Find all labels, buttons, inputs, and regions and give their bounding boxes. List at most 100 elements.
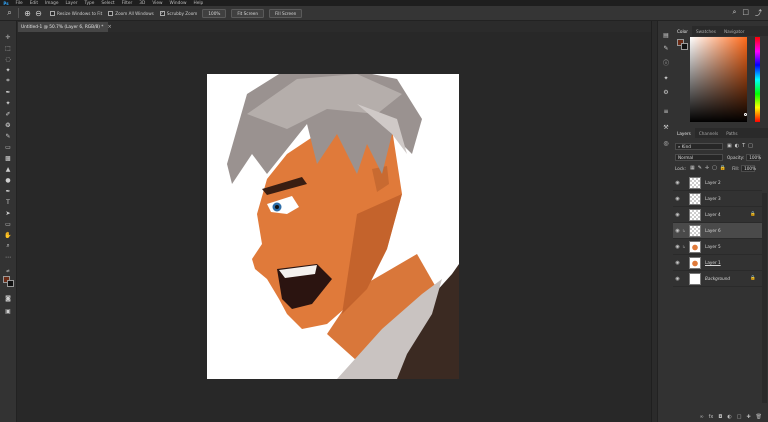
history-brush-tool-icon[interactable]: ✎ bbox=[3, 131, 13, 141]
eyedropper-tool-icon[interactable]: ✒ bbox=[3, 87, 13, 97]
menu-help[interactable]: Help bbox=[190, 1, 207, 6]
blur-tool-icon[interactable]: ▲ bbox=[3, 164, 13, 174]
pen-tool-icon[interactable]: ✒ bbox=[3, 186, 13, 196]
link-layers-icon[interactable]: ∞ bbox=[699, 414, 703, 422]
menu-type[interactable]: Type bbox=[81, 1, 98, 6]
eye-icon[interactable]: ◉ bbox=[673, 180, 682, 186]
layer-comps-icon[interactable]: ◎ bbox=[661, 138, 671, 148]
crop-tool-icon[interactable]: ⌗ bbox=[3, 76, 13, 86]
tab-layers[interactable]: Layers bbox=[673, 128, 695, 138]
eraser-tool-icon[interactable]: ▭ bbox=[3, 142, 13, 152]
dodge-tool-icon[interactable]: ● bbox=[3, 175, 13, 185]
lock-transparency-icon[interactable]: ▦ bbox=[690, 165, 695, 171]
close-icon[interactable]: × bbox=[107, 24, 111, 30]
brush-tool-icon[interactable]: ✐ bbox=[3, 109, 13, 119]
layer-row-selected[interactable]: ◉ ↳ Layer 6 bbox=[673, 223, 762, 239]
menu-file[interactable]: File bbox=[12, 1, 26, 6]
eye-icon[interactable]: ◉ bbox=[673, 244, 682, 250]
canvas-area[interactable] bbox=[17, 32, 651, 422]
layer-filter-dropdown[interactable]: ⌕ Kind bbox=[675, 142, 723, 150]
color-picker-cursor[interactable] bbox=[744, 113, 747, 116]
eye-icon[interactable]: ◉ bbox=[673, 228, 682, 234]
zoom-tool-icon[interactable]: ⌕ bbox=[4, 8, 15, 19]
layer-name[interactable]: Layer 3 bbox=[705, 196, 721, 201]
layer-row[interactable]: ◉ Background 🔒 bbox=[673, 271, 762, 287]
new-group-icon[interactable]: □ bbox=[737, 414, 742, 422]
hand-tool-icon[interactable]: ✋ bbox=[3, 230, 13, 240]
shape-tool-icon[interactable]: ▭ bbox=[3, 219, 13, 229]
menu-layer[interactable]: Layer bbox=[62, 1, 81, 6]
color-panel-background-swatch[interactable] bbox=[681, 43, 688, 50]
paragraph-icon[interactable]: ≡ bbox=[661, 106, 671, 116]
checkbox-box[interactable] bbox=[108, 10, 114, 16]
more-tools-icon[interactable]: ⋯ bbox=[3, 252, 13, 262]
lock-all-icon[interactable]: 🔒 bbox=[720, 165, 726, 171]
layer-row[interactable]: ◉ Layer 3 bbox=[673, 191, 762, 207]
menu-view[interactable]: View bbox=[149, 1, 166, 6]
marquee-tool-icon[interactable]: ⬚ bbox=[3, 43, 13, 53]
shape-filter-icon[interactable]: □ bbox=[748, 143, 753, 149]
opacity-input[interactable]: 100% bbox=[746, 153, 761, 161]
layer-row[interactable]: ◉ Layer 4 🔒 bbox=[673, 207, 762, 223]
tab-paths[interactable]: Paths bbox=[722, 128, 741, 138]
zoom-out-icon[interactable]: ⊖ bbox=[33, 8, 44, 19]
pixel-filter-icon[interactable]: ▣ bbox=[727, 143, 732, 149]
fit-screen-button[interactable]: Fit Screen bbox=[231, 8, 265, 18]
layer-row[interactable]: ◉ ↳ Layer 5 bbox=[673, 239, 762, 255]
lock-artboard-icon[interactable]: ▢ bbox=[712, 165, 717, 171]
eye-icon[interactable]: ◉ bbox=[673, 196, 682, 202]
layer-name[interactable]: Layer 1 bbox=[705, 260, 721, 265]
gradient-tool-icon[interactable]: ▩ bbox=[3, 153, 13, 163]
hue-slider[interactable] bbox=[755, 37, 760, 122]
move-tool-icon[interactable]: ✛ bbox=[3, 32, 13, 42]
adjustments-icon[interactable]: ✦ bbox=[661, 73, 671, 83]
lock-position-icon[interactable]: ✛ bbox=[705, 165, 709, 171]
adjustment-filter-icon[interactable]: ◐ bbox=[735, 143, 739, 149]
menu-image[interactable]: Image bbox=[42, 1, 62, 6]
delete-layer-icon[interactable]: 🗑 bbox=[756, 414, 762, 422]
blend-mode-dropdown[interactable]: Normal bbox=[675, 153, 723, 161]
zoom-tool-icon[interactable]: ⌕ bbox=[3, 241, 13, 251]
adjustment-layer-icon[interactable]: ◐ bbox=[727, 414, 731, 422]
menu-edit[interactable]: Edit bbox=[26, 1, 41, 6]
add-mask-icon[interactable]: ◘ bbox=[718, 414, 722, 422]
swap-colors-icon[interactable]: ⇄ bbox=[3, 265, 13, 275]
fill-input[interactable]: 100% bbox=[741, 164, 756, 172]
tools-preset-icon[interactable]: ⚒ bbox=[661, 122, 671, 132]
clone-stamp-tool-icon[interactable]: ❂ bbox=[3, 120, 13, 130]
checkbox-box[interactable] bbox=[50, 10, 55, 16]
search-icon[interactable]: ⌕ bbox=[732, 8, 736, 18]
properties-icon[interactable]: ⚙ bbox=[661, 87, 671, 97]
layer-name[interactable]: Background bbox=[705, 276, 730, 281]
color-picker-field[interactable] bbox=[690, 37, 747, 122]
workspace-icon[interactable]: □ bbox=[742, 8, 749, 18]
layer-row[interactable]: ◉ Layer 1 bbox=[673, 255, 762, 271]
layer-row[interactable]: ◉ Layer 2 bbox=[673, 175, 762, 191]
layer-name[interactable]: Layer 5 bbox=[705, 244, 721, 249]
quick-select-tool-icon[interactable]: ✦ bbox=[3, 65, 13, 75]
menu-select[interactable]: Select bbox=[98, 1, 118, 6]
menu-filter[interactable]: Filter bbox=[118, 1, 136, 6]
tab-swatches[interactable]: Swatches bbox=[692, 26, 720, 36]
zoom-in-icon[interactable]: ⊕ bbox=[22, 8, 33, 19]
share-icon[interactable]: ⤴ bbox=[755, 8, 762, 18]
type-tool-icon[interactable]: T bbox=[3, 197, 13, 207]
layers-scrollbar[interactable] bbox=[762, 193, 767, 403]
info-icon[interactable]: ⓘ bbox=[661, 57, 671, 67]
layer-style-icon[interactable]: fx bbox=[709, 414, 714, 422]
quick-mask-icon[interactable]: ◙ bbox=[3, 293, 13, 303]
menu-window[interactable]: Window bbox=[166, 1, 190, 6]
zoom-all-windows-checkbox[interactable]: Zoom All Windows bbox=[108, 10, 154, 16]
tab-navigator[interactable]: Navigator bbox=[720, 26, 749, 36]
brush-settings-icon[interactable]: ✎ bbox=[661, 43, 671, 53]
type-filter-icon[interactable]: T bbox=[742, 143, 745, 149]
menu-3d[interactable]: 3D bbox=[136, 1, 149, 6]
healing-brush-tool-icon[interactable]: ✦ bbox=[3, 98, 13, 108]
eye-icon[interactable]: ◉ bbox=[673, 276, 682, 282]
fill-screen-button[interactable]: Fill Screen bbox=[269, 8, 303, 18]
background-color-swatch[interactable] bbox=[7, 280, 14, 287]
history-icon[interactable]: ▤ bbox=[661, 30, 671, 40]
layer-name[interactable]: Layer 4 bbox=[705, 212, 721, 217]
eye-icon[interactable]: ◉ bbox=[673, 212, 682, 218]
checkbox-checked-box[interactable]: ✓ bbox=[159, 10, 165, 16]
